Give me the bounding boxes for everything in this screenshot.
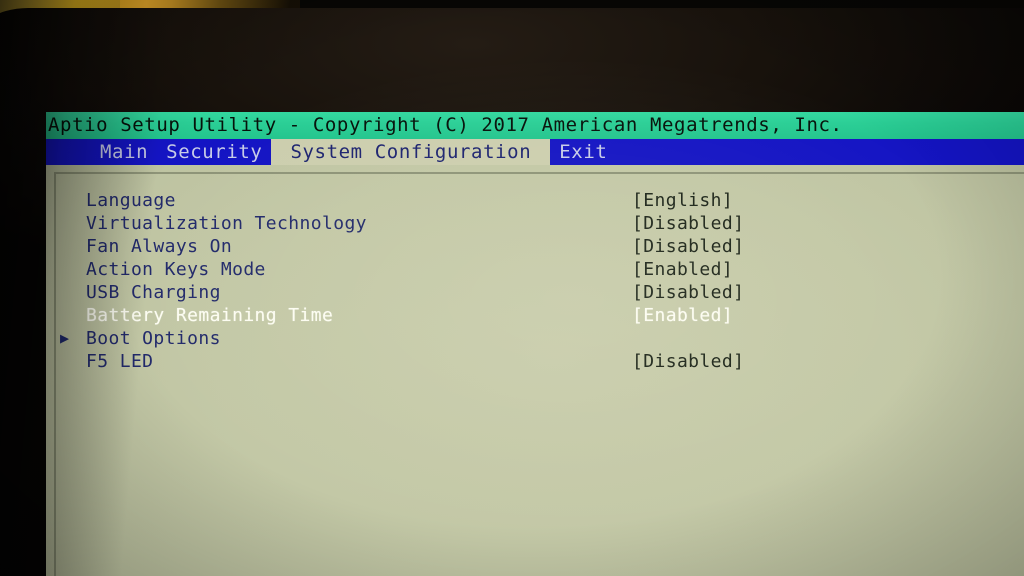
setting-row-virtualization-technology[interactable]: Virtualization Technology [Disabled]: [46, 212, 1024, 235]
menu-leading-spacer: [46, 139, 91, 165]
setting-row-fan-always-on[interactable]: Fan Always On [Disabled]: [46, 235, 1024, 258]
submenu-arrow-icon: [60, 235, 76, 258]
menu-separator-2: [540, 139, 551, 165]
submenu-arrow-icon: [60, 258, 76, 281]
setting-row-language[interactable]: Language [English]: [46, 189, 1024, 212]
submenu-arrow-icon: ▶: [60, 329, 70, 347]
setting-value[interactable]: [English]: [632, 189, 733, 212]
setting-label: Language: [86, 190, 176, 211]
setting-value[interactable]: [Disabled]: [632, 350, 744, 373]
setting-label: Fan Always On: [86, 236, 233, 257]
setting-label: F5 LED: [86, 351, 154, 372]
setting-row-boot-options[interactable]: ▶ Boot Options: [46, 327, 1024, 350]
setting-label: USB Charging: [86, 282, 221, 303]
submenu-arrow-icon: [60, 304, 76, 327]
setting-label: Battery Remaining Time: [86, 305, 334, 326]
setting-value[interactable]: [Disabled]: [632, 235, 744, 258]
setting-row-usb-charging[interactable]: USB Charging [Disabled]: [46, 281, 1024, 304]
submenu-arrow-icon: [60, 212, 76, 235]
menu-trailing-spacer: [616, 139, 1024, 165]
bios-title-bar: Aptio Setup Utility - Copyright (C) 2017…: [46, 112, 1024, 139]
setting-row-action-keys-mode[interactable]: Action Keys Mode [Enabled]: [46, 258, 1024, 281]
menu-tab-main[interactable]: Main: [91, 139, 158, 165]
setting-label: Virtualization Technology: [86, 213, 367, 234]
bios-screen: Aptio Setup Utility - Copyright (C) 2017…: [46, 112, 1024, 576]
setting-value[interactable]: [Enabled]: [632, 258, 733, 281]
setting-row-f5-led[interactable]: F5 LED [Disabled]: [46, 350, 1024, 373]
settings-list: Language [English] Virtualization Techno…: [46, 189, 1024, 373]
bios-content-pane: Language [English] Virtualization Techno…: [46, 165, 1024, 576]
setting-value[interactable]: [Enabled]: [632, 304, 733, 327]
menu-separator: [271, 139, 282, 165]
setting-label: Boot Options: [86, 328, 221, 349]
laptop-screen-photo: Aptio Setup Utility - Copyright (C) 2017…: [0, 0, 1024, 576]
submenu-arrow-icon: [60, 189, 76, 212]
menu-tab-exit[interactable]: Exit: [550, 139, 617, 165]
submenu-arrow-icon: [60, 350, 76, 373]
setting-label: Action Keys Mode: [86, 259, 266, 280]
bios-menu-bar[interactable]: Main Security System Configuration Exit: [46, 139, 1024, 165]
menu-tab-system-configuration[interactable]: System Configuration: [281, 139, 541, 165]
submenu-arrow-icon: [60, 281, 76, 304]
setting-value[interactable]: [Disabled]: [632, 212, 744, 235]
setting-value[interactable]: [Disabled]: [632, 281, 744, 304]
menu-tab-security[interactable]: Security: [157, 139, 272, 165]
setting-row-battery-remaining-time[interactable]: Battery Remaining Time [Enabled]: [46, 304, 1024, 327]
